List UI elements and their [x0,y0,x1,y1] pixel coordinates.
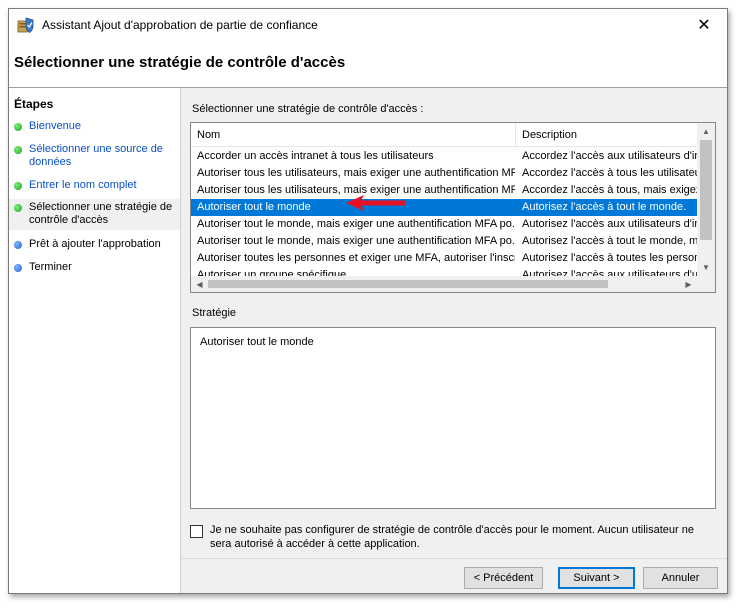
column-header-name[interactable]: Nom [191,123,516,147]
step-label: Sélectionner une stratégie de contrôle d… [29,201,173,226]
vertical-scrollbar[interactable]: ▲ ▼ [697,123,715,276]
strategy-preview: Autoriser tout le monde [190,327,716,509]
opt-out-checkbox[interactable] [190,525,203,538]
step-enter-display-name[interactable]: Entrer le nom complet [9,179,180,192]
step-current-icon [14,204,22,212]
policy-list-label: Sélectionner une stratégie de contrôle d… [192,103,424,115]
content-panel: Sélectionner une stratégie de contrôle d… [181,88,727,593]
list-header: Nom Description [191,123,697,147]
step-pending-icon [14,241,22,249]
policy-description: Accordez l'accès à tous, mais exigez [522,184,697,196]
step-pending-icon [14,264,22,272]
close-button[interactable]: ✕ [681,9,727,40]
step-complete-icon [14,146,22,154]
list-item[interactable]: Autoriser tout le monde, mais exiger une… [191,216,697,233]
step-complete-icon [14,123,22,131]
step-select-access-policy: Sélectionner une stratégie de contrôle d… [9,199,180,230]
policy-name: Autoriser tous les utilisateurs, mais ex… [197,167,515,179]
page-title: Sélectionner une stratégie de contrôle d… [14,54,346,71]
scroll-up-icon[interactable]: ▲ [697,123,715,140]
policy-name: Autoriser tout le monde, mais exiger une… [197,235,515,247]
cancel-button[interactable]: Annuler [643,567,718,589]
close-icon: ✕ [697,16,711,34]
trust-relationship-icon [17,17,34,33]
wizard-window: Assistant Ajout d'approbation de partie … [8,8,728,594]
scroll-right-icon[interactable]: ▶ [680,276,697,292]
policy-name: Accorder un accès intranet à tous les ut… [197,150,434,162]
steps-title: Étapes [14,97,54,111]
policy-description: Accordez l'accès aux utilisateurs d'in [522,150,697,162]
scroll-corner [697,276,715,292]
step-select-data-source[interactable]: Sélectionner une source de données [9,143,180,169]
previous-button[interactable]: < Précédent [464,567,543,589]
step-label: Sélectionner une source de données [29,143,163,168]
vertical-scroll-thumb[interactable] [700,140,712,240]
strategy-text: Autoriser tout le monde [200,336,314,348]
opt-out-label[interactable]: Je ne souhaite pas configurer de stratég… [210,523,715,551]
footer-divider [181,558,727,559]
step-finish: Terminer [9,261,180,274]
policy-description: Autorisez l'accès aux utilisateurs d'int [522,218,697,230]
scroll-down-icon[interactable]: ▼ [697,259,715,276]
list-item[interactable]: Autoriser toutes les personnes et exiger… [191,250,697,267]
policy-description: Autorisez l'accès à tout le monde. [522,201,687,213]
step-ready-to-add: Prêt à ajouter l'approbation [9,238,180,251]
window-title: Assistant Ajout d'approbation de partie … [42,18,318,32]
red-arrow-annotation-icon [346,195,406,211]
policy-description: Accordez l'accès à tous les utilisateu [522,167,697,179]
policy-description: Autorisez l'accès à toutes les person [522,252,697,264]
column-header-description[interactable]: Description [516,123,697,147]
next-button[interactable]: Suivant > [558,567,635,589]
policy-name: Autoriser toutes les personnes et exiger… [197,252,515,264]
list-item[interactable]: Autoriser tout le monde, mais exiger une… [191,233,697,250]
policy-description: Autorisez l'accès à tout le monde, ma [522,235,697,247]
horizontal-scrollbar[interactable]: ◀ ▶ [191,276,697,292]
list-item[interactable]: Autoriser tous les utilisateurs, mais ex… [191,165,697,182]
access-policy-list[interactable]: Nom Description Accorder un accès intran… [190,122,716,293]
steps-sidebar: Étapes Bienvenue Sélectionner une source… [9,88,181,593]
step-label: Entrer le nom complet [29,179,137,191]
title-bar: Assistant Ajout d'approbation de partie … [9,9,727,41]
step-welcome[interactable]: Bienvenue [9,120,180,133]
step-complete-icon [14,182,22,190]
list-item[interactable]: Accorder un accès intranet à tous les ut… [191,148,697,165]
step-label: Bienvenue [29,120,81,132]
step-label: Prêt à ajouter l'approbation [29,238,161,250]
list-body: Accorder un accès intranet à tous les ut… [191,148,697,277]
scroll-left-icon[interactable]: ◀ [191,276,208,292]
horizontal-scroll-thumb[interactable] [208,280,608,288]
policy-name: Autoriser tout le monde, mais exiger une… [197,218,515,230]
strategy-label: Stratégie [192,307,237,319]
list-item[interactable]: Autoriser tous les utilisateurs, mais ex… [191,182,697,199]
step-label: Terminer [29,261,72,273]
list-item-selected[interactable]: Autoriser tout le monde Autorisez l'accè… [191,199,697,216]
